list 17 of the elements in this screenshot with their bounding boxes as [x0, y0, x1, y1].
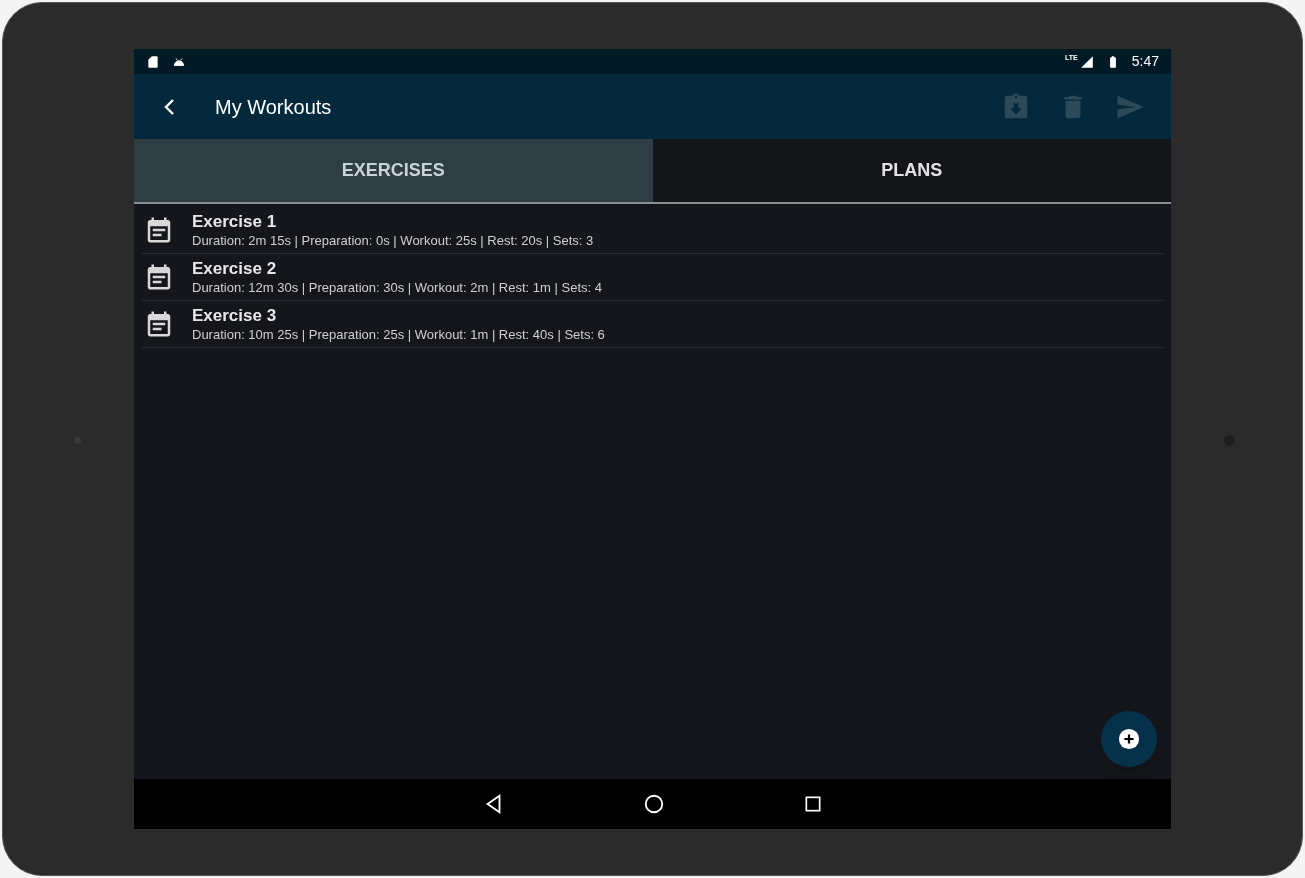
exercise-name: Exercise 3 [192, 305, 278, 327]
exercise-details: Duration: 12m 30s | Preparation: 30s | Workout: 2m | Rest: 1m | Sets: 4 [192, 279, 602, 296]
add-fab[interactable] [1101, 711, 1157, 767]
tab[interactable]: EXERCISES [134, 139, 653, 202]
clock: 5:47 [1131, 52, 1159, 71]
exercise-name: Exercise 2 [192, 258, 278, 280]
sd-card-icon [146, 54, 160, 69]
exercise-row[interactable]: Exercise 1 Duration: 2m 15s | Preparation: 0s | Workout: 25s | Rest: 20s | Sets: 3 [142, 207, 1163, 254]
plus-circle-icon [1118, 728, 1140, 750]
exercise-name: Exercise 1 [192, 211, 278, 233]
signal-icon [1079, 54, 1094, 69]
home-nav-icon[interactable] [642, 793, 665, 815]
exercise-row[interactable]: Exercise 2 Duration: 12m 30s | Preparation: 30s | Workout: 2m | Rest: 1m | Sets: 4 [142, 254, 1163, 301]
screen-title: My Workouts [215, 94, 332, 120]
exercise-details: Duration: 10m 25s | Preparation: 25s | Workout: 1m | Rest: 40s | Sets: 6 [192, 326, 605, 343]
exercise-details: Duration: 2m 15s | Preparation: 0s | Workout: 25s | Rest: 20s | Sets: 3 [192, 232, 594, 249]
exercise-row[interactable]: Exercise 3 Duration: 10m 25s | Preparation: 25s | Workout: 1m | Rest: 40s | Sets: 6 [142, 301, 1163, 348]
